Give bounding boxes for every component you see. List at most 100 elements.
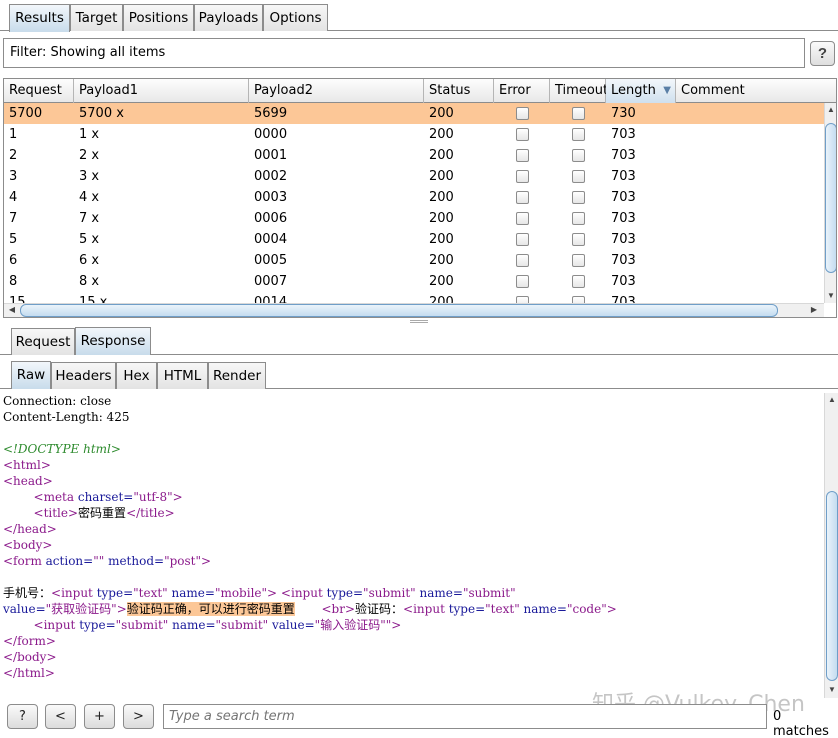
timeout-checkbox[interactable]: [572, 107, 585, 120]
col-comment[interactable]: Comment: [676, 79, 836, 103]
error-checkbox[interactable]: [516, 275, 529, 288]
filter-help-button[interactable]: ?: [810, 41, 835, 66]
timeout-checkbox[interactable]: [572, 275, 585, 288]
cell-request: 7: [9, 211, 18, 226]
tab-headers[interactable]: Headers: [51, 362, 116, 389]
scroll-up-icon[interactable]: ▲: [825, 105, 836, 114]
table-vertical-scroll-thumb[interactable]: [825, 123, 836, 273]
table-row[interactable]: 5700 5700 x 5699 200 730: [4, 103, 824, 124]
table-row[interactable]: 15 15 x 0014 200 703: [4, 292, 824, 303]
tab-raw[interactable]: Raw: [11, 361, 51, 389]
table-row[interactable]: 7 7 x 0006 200 703: [4, 208, 824, 229]
timeout-checkbox[interactable]: [572, 254, 585, 267]
raw-line: </body>: [3, 650, 57, 664]
raw-vertical-scrollbar[interactable]: ▲ ▼: [824, 393, 838, 698]
tab-render[interactable]: Render: [208, 362, 266, 389]
cell-status: 200: [429, 106, 454, 121]
col-length-label: Length: [611, 83, 656, 98]
error-checkbox[interactable]: [516, 296, 529, 303]
table-row[interactable]: 8 8 x 0007 200 703: [4, 271, 824, 292]
col-payload2[interactable]: Payload2: [249, 79, 424, 103]
cell-payload1: 15 x: [79, 295, 108, 303]
tab-hex[interactable]: Hex: [116, 362, 157, 389]
col-request[interactable]: Request: [4, 79, 74, 103]
col-length[interactable]: Length ▼: [606, 79, 676, 103]
cell-status: 200: [429, 274, 454, 289]
col-error[interactable]: Error: [494, 79, 550, 103]
error-checkbox[interactable]: [516, 254, 529, 267]
timeout-checkbox[interactable]: [572, 212, 585, 225]
table-row[interactable]: 1 1 x 0000 200 703: [4, 124, 824, 145]
cell-length: 703: [611, 211, 636, 226]
raw-line: </head>: [3, 522, 57, 536]
cell-payload1: 7 x: [79, 211, 100, 226]
scroll-down-icon[interactable]: ▼: [826, 685, 838, 694]
error-checkbox[interactable]: [516, 128, 529, 141]
filter-bar[interactable]: Filter: Showing all items: [3, 38, 805, 68]
tab-options[interactable]: Options: [263, 4, 328, 31]
cell-payload2: 0005: [254, 253, 288, 268]
raw-line: <!DOCTYPE html>: [3, 442, 121, 456]
table-horizontal-scrollbar[interactable]: ◀ ▶: [4, 303, 824, 317]
error-checkbox[interactable]: [516, 233, 529, 246]
search-field[interactable]: [163, 704, 767, 729]
timeout-checkbox[interactable]: [572, 149, 585, 162]
previous-match-button[interactable]: <: [45, 704, 76, 729]
raw-line: Connection: close: [3, 394, 112, 408]
tab-payloads[interactable]: Payloads: [194, 4, 263, 31]
col-payload1[interactable]: Payload1: [74, 79, 249, 103]
tab-request[interactable]: Request: [11, 328, 75, 355]
raw-line: [3, 425, 824, 441]
error-checkbox[interactable]: [516, 149, 529, 162]
error-checkbox[interactable]: [516, 107, 529, 120]
cell-payload2: 0004: [254, 232, 288, 247]
tab-results[interactable]: Results: [9, 4, 70, 32]
col-status[interactable]: Status: [424, 79, 494, 103]
error-checkbox[interactable]: [516, 170, 529, 183]
cell-payload2: 0000: [254, 127, 288, 142]
table-row[interactable]: 3 3 x 0002 200 703: [4, 166, 824, 187]
search-input[interactable]: [164, 705, 766, 728]
help-button[interactable]: ?: [7, 704, 38, 729]
error-checkbox[interactable]: [516, 191, 529, 204]
tab-response[interactable]: Response: [75, 327, 151, 355]
table-horizontal-scroll-thumb[interactable]: [20, 304, 778, 317]
raw-response-view[interactable]: Connection: close Content-Length: 425 <!…: [0, 393, 824, 698]
timeout-checkbox[interactable]: [572, 128, 585, 141]
scroll-left-icon[interactable]: ◀: [6, 305, 18, 314]
scroll-right-icon[interactable]: ▶: [808, 305, 820, 314]
tab-target[interactable]: Target: [70, 4, 123, 31]
table-row[interactable]: 2 2 x 0001 200 703: [4, 145, 824, 166]
cell-request: 6: [9, 253, 18, 268]
cell-request: 1: [9, 127, 18, 142]
raw-vertical-scroll-thumb[interactable]: [826, 491, 838, 681]
timeout-checkbox[interactable]: [572, 296, 585, 303]
table-vertical-scrollbar[interactable]: ▲ ▼: [824, 103, 836, 303]
cell-request: 15: [9, 295, 26, 303]
timeout-checkbox[interactable]: [572, 191, 585, 204]
cell-payload1: 2 x: [79, 148, 100, 163]
scroll-down-icon[interactable]: ▼: [825, 291, 836, 300]
raw-line: <input type="submit" name="submit" value…: [33, 618, 402, 632]
next-match-button[interactable]: >: [123, 704, 154, 729]
tab-positions[interactable]: Positions: [123, 4, 194, 31]
pane-splitter-handle[interactable]: [410, 320, 428, 323]
tab-html[interactable]: HTML: [157, 362, 208, 389]
cell-payload1: 1 x: [79, 127, 100, 142]
raw-line: <meta charset="utf-8">: [33, 490, 183, 504]
timeout-checkbox[interactable]: [572, 233, 585, 246]
cell-request: 5700: [9, 106, 43, 121]
col-timeout[interactable]: Timeout: [550, 79, 608, 103]
cell-payload2: 5699: [254, 106, 288, 121]
table-row[interactable]: 4 4 x 0003 200 703: [4, 187, 824, 208]
table-row[interactable]: 6 6 x 0005 200 703: [4, 250, 824, 271]
raw-line: <html>: [3, 458, 51, 472]
timeout-checkbox[interactable]: [572, 170, 585, 183]
table-body: 5700 5700 x 5699 200 730 1 1 x 0000 200 703 2 2 x 00…: [4, 103, 824, 303]
add-button[interactable]: +: [84, 704, 115, 729]
table-row[interactable]: 5 5 x 0004 200 703: [4, 229, 824, 250]
cell-payload2: 0002: [254, 169, 288, 184]
error-checkbox[interactable]: [516, 212, 529, 225]
scroll-up-icon[interactable]: ▲: [826, 395, 838, 404]
cell-payload2: 0007: [254, 274, 288, 289]
